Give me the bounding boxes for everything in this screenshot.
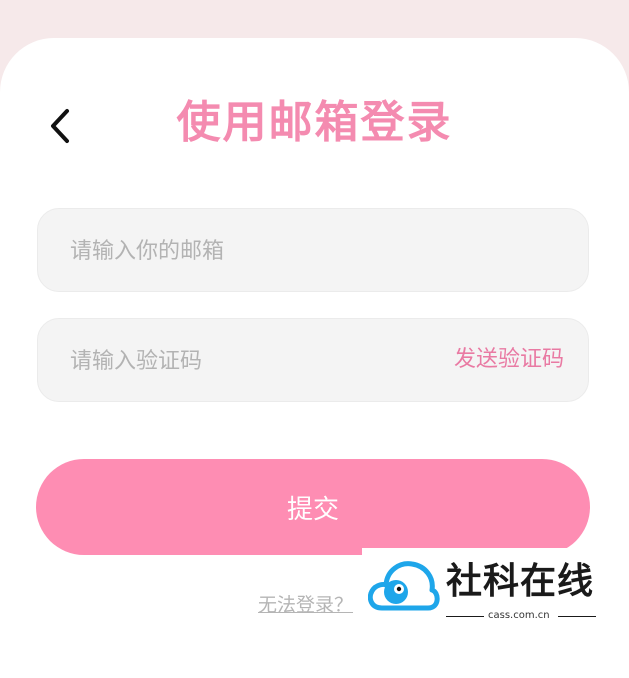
watermark: 社科在线 cass.com.cn: [362, 548, 629, 630]
verification-code-input[interactable]: [68, 319, 432, 403]
email-input[interactable]: [68, 209, 432, 293]
cant-login-link[interactable]: 无法登录？: [258, 590, 353, 617]
page-title: 使用邮箱登录: [176, 97, 453, 148]
watermark-name: 社科在线: [446, 561, 595, 602]
submit-button[interactable]: 提交: [36, 459, 590, 555]
watermark-divider-right: [558, 616, 596, 617]
cloud-eye-logo-icon: [368, 561, 440, 611]
code-field[interactable]: 发送验证码: [37, 318, 589, 403]
send-code-button[interactable]: 发送验证码: [454, 319, 564, 401]
watermark-url: cass.com.cn: [488, 610, 550, 621]
watermark-divider-left: [446, 616, 484, 617]
email-field[interactable]: [37, 208, 589, 293]
